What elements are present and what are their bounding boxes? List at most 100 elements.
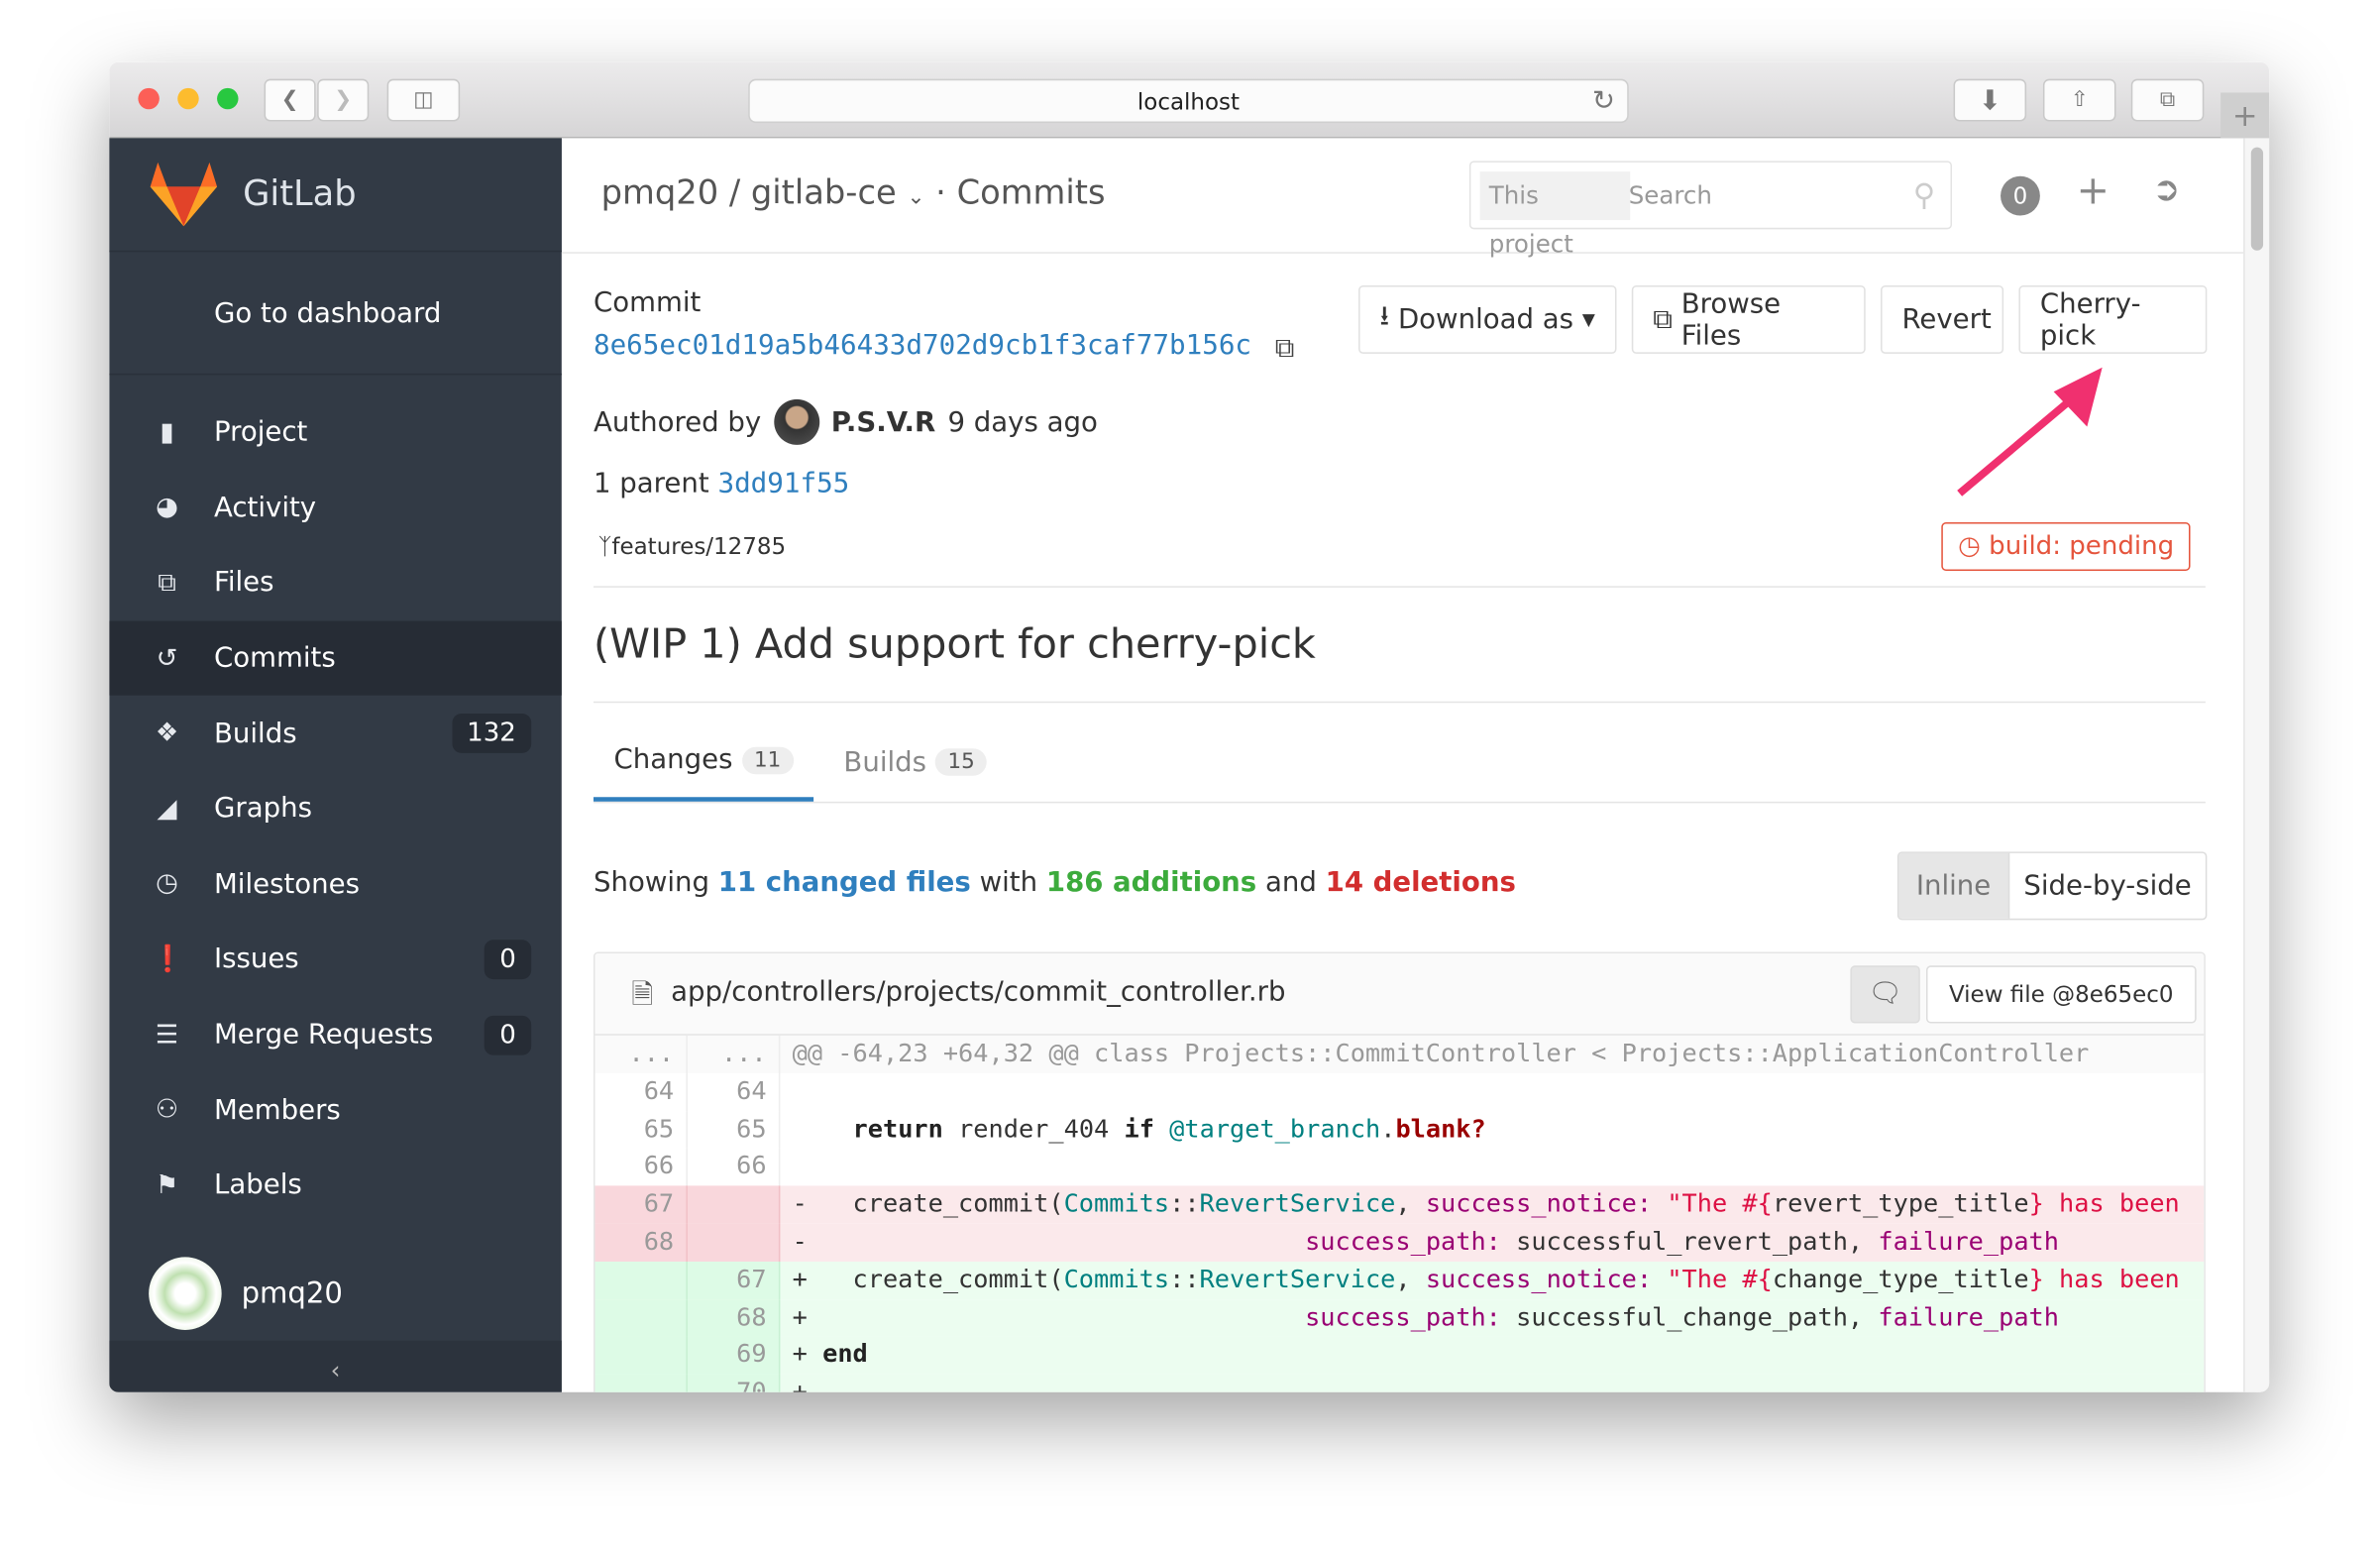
url-text: localhost bbox=[1136, 87, 1241, 115]
sidebar-item-milestones[interactable]: ◷ Milestones bbox=[109, 846, 562, 922]
sidebar-item-label: Activity bbox=[213, 492, 317, 524]
tabs-icon[interactable]: ⧉ bbox=[2130, 78, 2205, 122]
authored-by-label: Authored by bbox=[593, 405, 762, 438]
side-by-side-view-button[interactable]: Side-by-side bbox=[2009, 853, 2206, 919]
sidebar-item-label: Members bbox=[213, 1093, 341, 1127]
search-placeholder: Search bbox=[1628, 180, 1712, 210]
downloads-icon[interactable]: ⬇ bbox=[1953, 78, 2027, 122]
changed-files-link[interactable]: 11 changed files bbox=[718, 867, 971, 899]
inline-view-button[interactable]: Inline bbox=[1898, 852, 2010, 919]
sidebar-item-project[interactable]: ▮ Project bbox=[109, 394, 562, 470]
hunk-text: @@ -64,23 +64,32 @@ class Projects::Comm… bbox=[792, 1038, 2090, 1067]
gitlab-logo[interactable]: GitLab bbox=[109, 138, 562, 253]
additions-count: 186 additions bbox=[1045, 866, 1257, 899]
download-as-button[interactable]: ⭳ Download as ▼ bbox=[1358, 284, 1617, 354]
search-scope: This project bbox=[1479, 171, 1631, 258]
diff-summary: Showing 11 changed files with 186 additi… bbox=[594, 867, 1516, 899]
users-icon: ⚇ bbox=[155, 1094, 179, 1126]
browse-files-button[interactable]: ⧉ Browse Files bbox=[1631, 284, 1866, 354]
todos-count-badge[interactable]: 0 bbox=[2001, 175, 2040, 216]
sidebar-toggle-icon[interactable]: ◫ bbox=[386, 78, 461, 122]
sidebar-item-members[interactable]: ⚇ Members bbox=[109, 1072, 562, 1148]
plus-icon[interactable]: + bbox=[2077, 168, 2110, 214]
diff-file-header: 🗎 app/controllers/projects/commit_contro… bbox=[595, 953, 2205, 1036]
comment-icon[interactable]: 🗨 bbox=[1850, 965, 1920, 1024]
sidebar-item-graphs[interactable]: ◢ Graphs bbox=[109, 771, 562, 846]
branch-label[interactable]: ᛉfeatures/12785 bbox=[598, 533, 787, 561]
sidebar-item-label: Files bbox=[213, 567, 274, 600]
username: pmq20 bbox=[241, 1276, 343, 1311]
history-icon: ↺ bbox=[156, 642, 178, 674]
sidebar-item-label: Issues bbox=[213, 943, 299, 976]
sidebar-item-files[interactable]: ⧉ Files bbox=[109, 545, 562, 620]
sidebar-item-commits[interactable]: ↺ Commits bbox=[109, 620, 562, 697]
sidebar-item-labels[interactable]: ⚑ Labels bbox=[109, 1148, 562, 1223]
sidebar-item-issues[interactable]: ❗ Issues 0 bbox=[109, 922, 562, 997]
view-file-button[interactable]: View file @8e65ec0 bbox=[1925, 965, 2197, 1024]
diff-line-added: 67 + create_commit(Commits::RevertService… bbox=[595, 1261, 2205, 1299]
project-link[interactable]: pmq20 / gitlab-ce bbox=[601, 174, 897, 212]
sidebar-item-label: Merge Requests bbox=[213, 1018, 434, 1052]
diff-line-deleted: 67- create_commit(Commits::RevertService… bbox=[595, 1185, 2205, 1224]
parent-label: 1 parent bbox=[593, 467, 709, 499]
tab-builds[interactable]: Builds 15 bbox=[831, 722, 999, 802]
parent-sha-link[interactable]: 3dd91f55 bbox=[717, 468, 849, 499]
build-status-text: build: pending bbox=[1989, 531, 2175, 562]
annotation-arrow bbox=[1957, 367, 2103, 497]
deletions-count: 14 deletions bbox=[1325, 866, 1516, 899]
file-path[interactable]: app/controllers/projects/commit_controll… bbox=[671, 976, 1285, 1008]
diff-line-added: 68 + success_path: successful_change_path… bbox=[595, 1298, 2205, 1337]
sign-out-icon[interactable]: ➲ bbox=[2152, 171, 2180, 209]
summary-text: and bbox=[1265, 866, 1317, 899]
revert-button[interactable]: Revert bbox=[1881, 284, 2004, 354]
brand-name: GitLab bbox=[243, 174, 357, 214]
reload-icon[interactable]: ↻ bbox=[1592, 85, 1615, 117]
diff-view-toggle: Inline Side-by-side bbox=[1896, 851, 2208, 921]
maximize-window-button[interactable] bbox=[217, 87, 239, 110]
sidebar-item-builds[interactable]: ❖ Builds 132 bbox=[109, 696, 562, 771]
browser-window: ❮ ❯ ◫ localhost ↻ ⬇ ⇧ ⧉ + GitLab Go to da… bbox=[109, 61, 2270, 1392]
list-icon: ☰ bbox=[155, 1019, 179, 1051]
build-status-badge[interactable]: ◷ build: pending bbox=[1941, 521, 2191, 571]
branch-icon: ᛉ bbox=[597, 532, 612, 561]
close-window-button[interactable] bbox=[138, 87, 160, 110]
chevron-down-icon[interactable]: ⌄ bbox=[907, 185, 924, 210]
tags-icon: ⚑ bbox=[155, 1169, 179, 1201]
clock-icon: ◷ bbox=[156, 868, 178, 900]
tab-changes[interactable]: Changes 11 bbox=[593, 722, 814, 802]
cherry-pick-button[interactable]: Cherry-pick bbox=[2018, 284, 2208, 354]
sidebar-item-activity[interactable]: ◕ Activity bbox=[109, 470, 562, 545]
diff-line: 64 64 bbox=[595, 1072, 2205, 1111]
file-icon: 🗎 bbox=[631, 979, 654, 1012]
sidebar-item-label: Builds bbox=[213, 718, 297, 750]
back-icon[interactable]: ❮ bbox=[264, 78, 316, 122]
diff-line-added: 70 + bbox=[595, 1374, 2205, 1392]
go-to-dashboard-link[interactable]: Go to dashboard bbox=[109, 252, 562, 376]
collapse-sidebar-icon[interactable]: ‹ bbox=[109, 1340, 562, 1392]
tab-label: Changes bbox=[613, 743, 733, 776]
main-content: pmq20 / gitlab-ce ⌄ · Commits This proje… bbox=[561, 138, 2244, 1392]
browser-toolbar: ❮ ❯ ◫ localhost ↻ ⬇ ⇧ ⧉ + bbox=[109, 61, 2270, 139]
sidebar-item-merge-requests[interactable]: ☰ Merge Requests 0 bbox=[109, 997, 562, 1072]
area-chart-icon: ◢ bbox=[157, 793, 177, 825]
copy-clipboard-icon[interactable]: ⧉ bbox=[1275, 332, 1295, 364]
author-name[interactable]: P.S.V.R bbox=[831, 406, 935, 438]
page-title: · Commits bbox=[935, 174, 1106, 213]
minimize-window-button[interactable] bbox=[177, 87, 199, 110]
sidebar-item-label: Project bbox=[213, 416, 308, 449]
builds-count-badge: 132 bbox=[451, 714, 532, 754]
summary-text: Showing bbox=[593, 866, 710, 899]
exclamation-icon: ❗ bbox=[152, 943, 184, 975]
share-icon[interactable]: ⇧ bbox=[2042, 78, 2116, 122]
new-tab-icon[interactable]: + bbox=[2220, 92, 2270, 139]
diff-line: 65 65 return render_404 if @target_branch… bbox=[595, 1110, 2205, 1149]
page-scrollbar[interactable] bbox=[2243, 138, 2270, 1392]
user-profile-link[interactable]: pmq20 bbox=[109, 1247, 562, 1341]
forward-icon[interactable]: ❯ bbox=[317, 78, 370, 122]
search-icon[interactable]: ⚲ bbox=[1913, 176, 1935, 213]
address-bar[interactable]: localhost ↻ bbox=[748, 78, 1629, 124]
search-input[interactable]: This project Search ⚲ bbox=[1468, 161, 1953, 258]
clock-icon: ◷ bbox=[1958, 531, 1981, 562]
author-avatar[interactable] bbox=[773, 398, 819, 445]
sidebar: GitLab Go to dashboard ▮ Project ◕ Activit… bbox=[109, 138, 562, 1392]
